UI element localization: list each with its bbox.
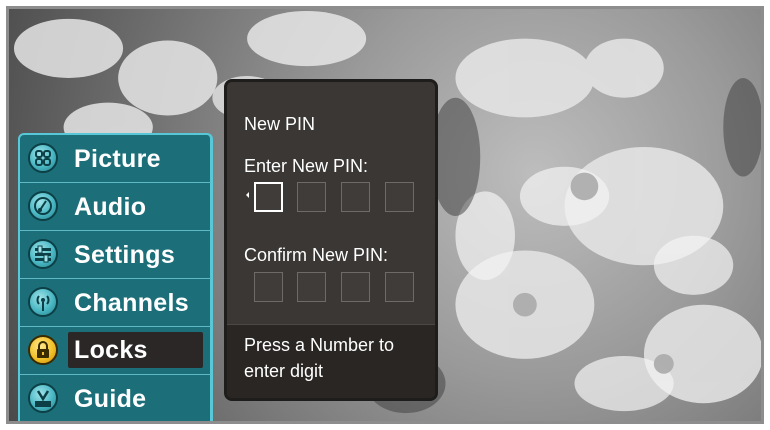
picture-icon bbox=[28, 143, 58, 173]
tv-screen: Picture Audio Settings Channels Locks Gu… bbox=[6, 6, 764, 424]
lock-icon bbox=[28, 335, 58, 365]
enter-pin-digit-2[interactable] bbox=[297, 182, 326, 212]
confirm-pin-digit-1[interactable] bbox=[254, 272, 283, 302]
menu-item-label: Locks bbox=[68, 332, 203, 368]
enter-pin-digit-4[interactable] bbox=[385, 182, 414, 212]
menu-item-audio[interactable]: Audio bbox=[20, 183, 211, 231]
enter-pin-label: Enter New PIN: bbox=[244, 156, 369, 176]
confirm-pin-digit-3[interactable] bbox=[341, 272, 370, 302]
dialog-hint: Press a Number to enter digit bbox=[227, 324, 435, 398]
new-pin-dialog: New PIN Enter New PIN: Confirm New PIN: … bbox=[224, 79, 438, 401]
menu-item-label: Settings bbox=[74, 241, 176, 269]
channels-icon bbox=[28, 287, 58, 317]
menu-item-label: Channels bbox=[74, 289, 189, 317]
main-menu: Picture Audio Settings Channels Locks Gu… bbox=[18, 133, 213, 421]
hint-line-2: enter digit bbox=[244, 361, 324, 381]
hint-line-1: Press a Number to bbox=[244, 335, 395, 355]
dialog-title: New PIN bbox=[244, 114, 316, 134]
menu-item-channels[interactable]: Channels bbox=[20, 279, 211, 327]
menu-item-picture[interactable]: Picture bbox=[20, 135, 211, 183]
guide-icon bbox=[28, 383, 58, 413]
audio-icon bbox=[28, 191, 58, 221]
menu-item-label: Audio bbox=[74, 193, 147, 221]
enter-pin-digit-3[interactable] bbox=[341, 182, 370, 212]
menu-item-settings[interactable]: Settings bbox=[20, 231, 211, 279]
input-caret-icon bbox=[246, 192, 249, 198]
confirm-pin-label: Confirm New PIN: bbox=[244, 245, 389, 265]
menu-item-label: Guide bbox=[74, 385, 147, 413]
confirm-pin-digit-4[interactable] bbox=[385, 272, 414, 302]
menu-item-label: Picture bbox=[74, 145, 161, 173]
confirm-pin-digit-2[interactable] bbox=[297, 272, 326, 302]
menu-item-guide[interactable]: Guide bbox=[20, 375, 211, 421]
menu-item-locks[interactable]: Locks bbox=[20, 327, 211, 375]
enter-pin-digit-1[interactable] bbox=[254, 182, 283, 212]
settings-icon bbox=[28, 239, 58, 269]
